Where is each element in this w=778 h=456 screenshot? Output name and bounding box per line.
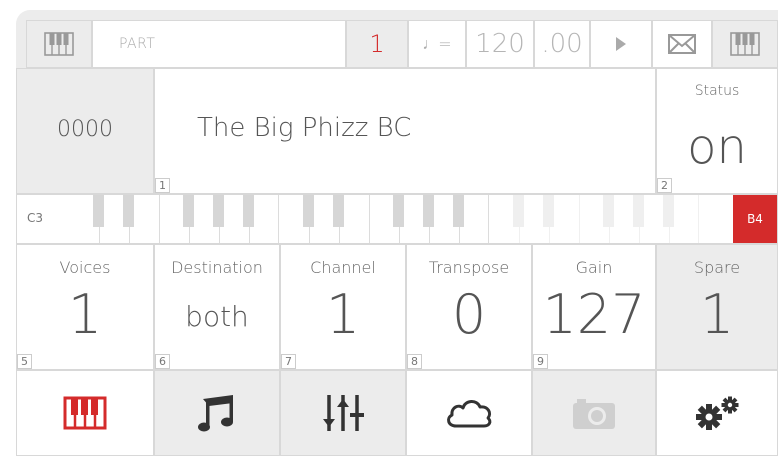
tempo-value-text: 120 xyxy=(475,29,525,59)
param-transpose-label: Transpose xyxy=(428,258,510,277)
play-icon xyxy=(616,37,626,51)
message-button[interactable] xyxy=(652,20,712,68)
part-label: PART xyxy=(119,36,156,52)
param-gain[interactable]: Gain 127 9 xyxy=(532,244,656,370)
mixer-sliders-icon xyxy=(323,395,364,431)
param-gain-label: Gain xyxy=(575,258,613,277)
piano-keys-icon xyxy=(730,32,760,56)
nav-mixer-tab[interactable] xyxy=(280,370,406,456)
status-toggle[interactable]: Status on 2 xyxy=(656,68,778,194)
param-voices-label: Voices xyxy=(59,258,111,277)
tempo-fraction-text: .00 xyxy=(541,29,583,59)
keyboard-range[interactable]: C3 B4 xyxy=(16,194,778,244)
high-note-marker[interactable]: B4 xyxy=(733,195,777,243)
keyboard-octave-left xyxy=(69,195,279,243)
status-value: on xyxy=(687,119,747,175)
param-channel-index: 7 xyxy=(281,354,296,369)
param-destination-index: 6 xyxy=(155,354,170,369)
synth-screen: PART 1 ♩= 120 .00 0000 The Big Phizz BC … xyxy=(16,10,778,456)
keyboard-button[interactable] xyxy=(26,20,92,68)
patch-name[interactable]: The Big Phizz BC 1 xyxy=(154,68,656,194)
keyboard-octave-middle xyxy=(279,195,489,243)
param-gain-value: 127 xyxy=(542,283,646,346)
param-transpose-value: 0 xyxy=(451,283,487,346)
tempo-fraction[interactable]: .00 xyxy=(534,20,590,68)
nav-music-tab[interactable] xyxy=(154,370,280,456)
tempo-value[interactable]: 120 xyxy=(466,20,534,68)
param-channel-value: 1 xyxy=(325,283,361,346)
patch-name-index: 1 xyxy=(155,178,170,193)
envelope-icon xyxy=(668,34,696,54)
patch-number-value: 0000 xyxy=(57,117,113,142)
param-destination-label: Destination xyxy=(171,258,263,277)
param-voices-value: 1 xyxy=(67,283,103,346)
param-channel-label: Channel xyxy=(310,258,376,277)
param-gain-index: 9 xyxy=(533,354,548,369)
piano-keys-icon xyxy=(63,396,107,430)
part-label-cell: PART xyxy=(92,20,346,68)
piano-keys-icon xyxy=(44,32,74,56)
param-destination[interactable]: Destination both 6 xyxy=(154,244,280,370)
status-index: 2 xyxy=(657,178,672,193)
keyboard-button-right[interactable] xyxy=(712,20,778,68)
tempo-symbol: ♩= xyxy=(422,34,452,53)
param-channel[interactable]: Channel 1 7 xyxy=(280,244,406,370)
status-label: Status xyxy=(694,83,740,99)
param-destination-value: both xyxy=(185,300,249,333)
keyboard-octave-right xyxy=(489,195,699,243)
param-spare-label: Spare xyxy=(693,258,741,277)
cloud-icon xyxy=(447,400,492,428)
patch-number[interactable]: 0000 xyxy=(16,68,154,194)
play-button[interactable] xyxy=(590,20,652,68)
gears-icon xyxy=(696,396,739,430)
param-transpose-index: 8 xyxy=(407,354,422,369)
param-voices[interactable]: Voices 1 5 xyxy=(16,244,154,370)
param-spare[interactable]: Spare 1 xyxy=(656,244,778,370)
part-number[interactable]: 1 xyxy=(346,20,408,68)
nav-cloud-tab[interactable] xyxy=(406,370,532,456)
nav-camera-tab[interactable] xyxy=(532,370,656,456)
param-voices-index: 5 xyxy=(17,354,32,369)
high-note-label: B4 xyxy=(747,212,763,226)
tempo-symbol-cell: ♩= xyxy=(408,20,466,68)
param-spare-value: 1 xyxy=(699,283,735,346)
nav-keyboard-tab[interactable] xyxy=(16,370,154,456)
param-transpose[interactable]: Transpose 0 8 xyxy=(406,244,532,370)
music-note-icon xyxy=(198,395,233,432)
camera-icon xyxy=(573,399,615,429)
low-note-label: C3 xyxy=(27,211,44,225)
patch-name-text: The Big Phizz BC xyxy=(197,113,412,143)
nav-settings-tab[interactable] xyxy=(656,370,778,456)
part-number-value: 1 xyxy=(369,30,385,58)
